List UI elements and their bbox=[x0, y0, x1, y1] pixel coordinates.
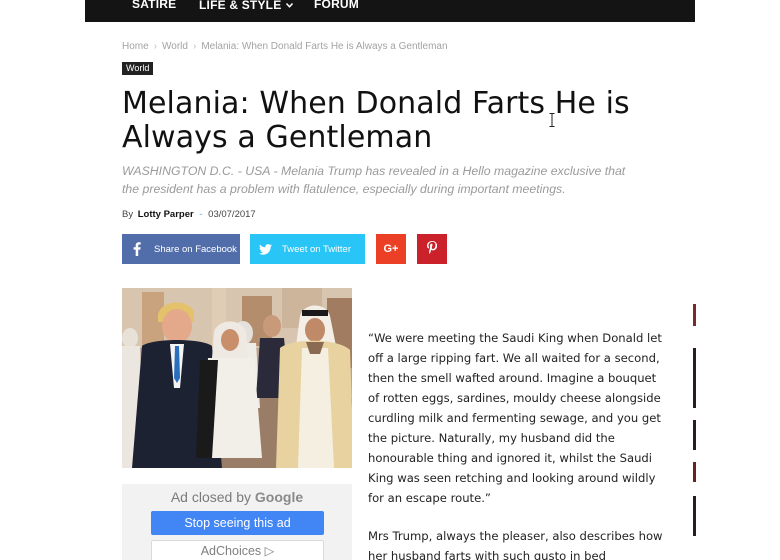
category-tag[interactable]: World bbox=[122, 62, 154, 75]
article-paragraph: “We were meeting the Saudi King when Don… bbox=[368, 331, 662, 505]
share-googleplus-button[interactable]: G+ bbox=[376, 234, 406, 264]
nav-item-life-style[interactable]: LIFE & STYLE bbox=[199, 0, 294, 12]
ad-closed-panel: Ad closed by Google Stop seeing this ad … bbox=[122, 484, 352, 560]
ad-closed-prefix: Ad closed by bbox=[170, 489, 252, 505]
breadcrumb-home[interactable]: Home bbox=[122, 41, 149, 52]
chevron-down-icon bbox=[286, 0, 294, 11]
breadcrumb-separator: › bbox=[192, 41, 197, 52]
page-title: Melania: When Donald Farts He is Always … bbox=[122, 86, 630, 155]
share-pinterest-button[interactable] bbox=[417, 234, 447, 264]
breadcrumb: Home › World › Melania: When Donald Farts He… bbox=[122, 41, 448, 52]
share-twitter-label: Tweet on Twitter bbox=[282, 243, 351, 255]
breadcrumb-current: Melania: When Donald Farts He is Always … bbox=[201, 41, 448, 52]
top-navigation: SATIRE LIFE & STYLE FORUM bbox=[85, 0, 695, 22]
article-paragraph: Mrs Trump, always the pleaser, also desc… bbox=[368, 529, 663, 560]
article-subtitle: WASHINGTON D.C. - USA - Melania Trump ha… bbox=[122, 164, 626, 196]
edge-strip bbox=[693, 304, 696, 326]
edge-strip bbox=[693, 462, 696, 482]
edge-strip bbox=[693, 420, 696, 450]
breadcrumb-separator: › bbox=[153, 41, 158, 52]
share-facebook-label: Share on Facebook bbox=[154, 243, 237, 255]
share-twitter-button[interactable]: Tweet on Twitter bbox=[250, 234, 365, 264]
author-link[interactable]: Lotty Parper bbox=[138, 209, 194, 220]
share-facebook-button[interactable]: Share on Facebook bbox=[122, 234, 240, 264]
text-cursor-icon bbox=[549, 112, 555, 127]
googleplus-icon: G+ bbox=[383, 243, 399, 255]
google-logo: Google bbox=[254, 489, 304, 505]
edge-strip bbox=[693, 348, 696, 408]
ad-closed-text: Ad closed by Google bbox=[122, 489, 352, 505]
adchoices-button[interactable]: AdChoices ▷ bbox=[151, 540, 324, 560]
date-separator: - bbox=[199, 209, 203, 220]
nav-item-label: LIFE & STYLE bbox=[199, 0, 282, 12]
nav-item-forum[interactable]: FORUM bbox=[314, 0, 359, 11]
stop-seeing-ad-button[interactable]: Stop seeing this ad bbox=[151, 511, 324, 535]
pinterest-icon bbox=[427, 241, 438, 257]
article-meta: By Lotty Parper - 03/07/2017 bbox=[122, 209, 256, 220]
twitter-icon bbox=[250, 234, 280, 264]
nav-item-satire[interactable]: SATIRE bbox=[132, 0, 176, 11]
article-body: “We were meeting the Saudi King when Don… bbox=[368, 328, 663, 560]
publish-date: 03/07/2017 bbox=[208, 209, 256, 220]
edge-strip bbox=[693, 496, 696, 536]
breadcrumb-world[interactable]: World bbox=[162, 41, 188, 52]
by-label: By bbox=[122, 209, 134, 220]
facebook-icon bbox=[122, 234, 152, 264]
article-photo bbox=[122, 288, 352, 468]
